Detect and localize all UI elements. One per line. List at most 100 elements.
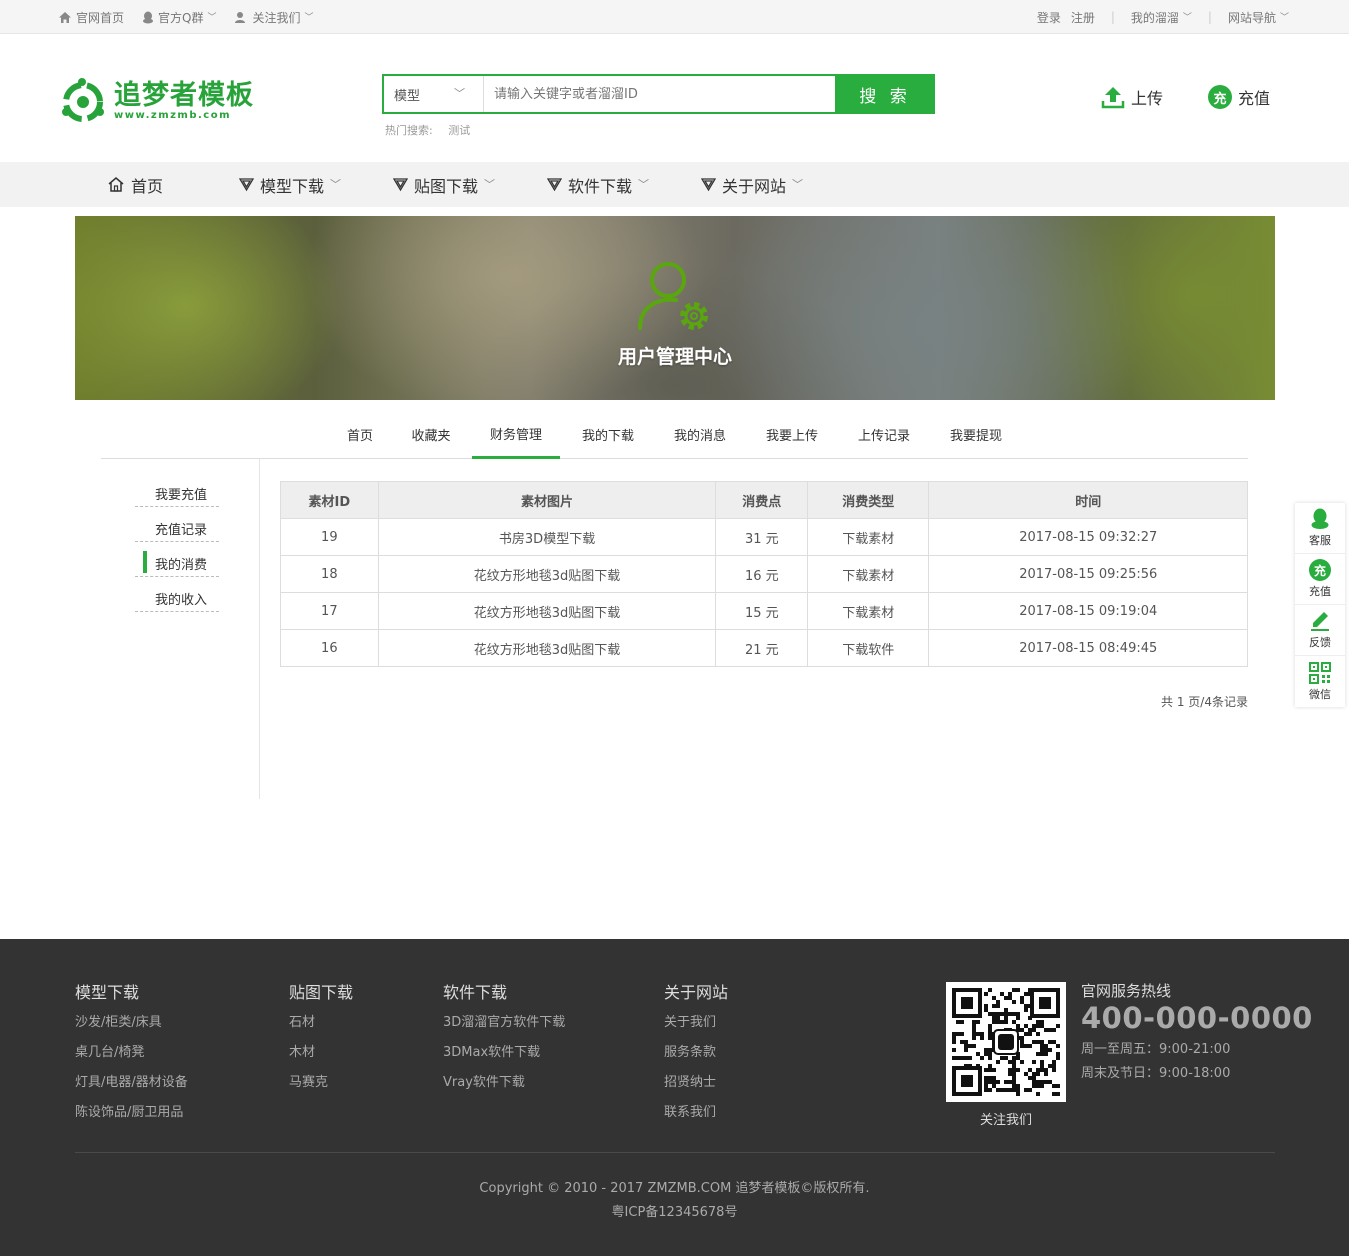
cell-time: 2017-08-15 09:32:27 bbox=[928, 518, 1248, 556]
sidebar-item-recharge[interactable]: 我要充值 bbox=[135, 481, 219, 507]
tab-withdraw[interactable]: 我要提现 bbox=[939, 410, 1013, 458]
cell-type: 下载素材 bbox=[807, 518, 930, 556]
nav-models[interactable]: 模型下载 ﹀ bbox=[239, 162, 341, 207]
tab-downloads[interactable]: 我的下载 bbox=[571, 410, 645, 458]
col-header-id: 素材ID bbox=[280, 481, 379, 519]
cell-id: 16 bbox=[280, 629, 379, 667]
recharge-icon: 充 bbox=[1208, 85, 1232, 109]
wechat-qr-code bbox=[946, 982, 1066, 1102]
user-settings-icon bbox=[638, 262, 708, 330]
hot-search-label: 热门搜索: bbox=[385, 124, 433, 137]
qr-caption: 关注我们 bbox=[979, 1113, 1032, 1128]
nav-about[interactable]: 关于网站 ﹀ bbox=[701, 162, 803, 207]
footer-link[interactable]: 招贤纳士 bbox=[664, 1073, 728, 1103]
user-icon bbox=[235, 11, 246, 23]
footer-link[interactable]: 灯具/电器/器材设备 bbox=[75, 1073, 188, 1103]
float-wechat[interactable]: 微信 bbox=[1295, 656, 1345, 707]
search-input[interactable] bbox=[484, 76, 835, 112]
search-bar: 模型 ﹀ 搜 索 bbox=[382, 74, 935, 114]
nav-models-label: 模型下载 bbox=[260, 176, 325, 196]
float-customer-service[interactable]: 客服 bbox=[1295, 503, 1345, 554]
cell-points: 31 元 bbox=[715, 518, 809, 556]
search-category-select[interactable]: 模型 ﹀ bbox=[384, 76, 484, 112]
pagination-info: 共 1 页/4条记录 bbox=[1161, 695, 1248, 709]
register-link[interactable]: 注册 bbox=[1071, 9, 1095, 26]
nav-software[interactable]: 软件下载 ﹀ bbox=[547, 162, 649, 207]
top-home-link[interactable]: 官网首页 bbox=[58, 9, 124, 26]
tab-messages[interactable]: 我的消息 bbox=[663, 410, 737, 458]
chevron-down-icon: ﹀ bbox=[484, 177, 496, 191]
footer-link[interactable]: 陈设饰品/厨卫用品 bbox=[75, 1103, 188, 1133]
pencil-icon bbox=[1311, 612, 1329, 631]
site-nav-menu[interactable]: 网站导航 ﹀ bbox=[1228, 9, 1289, 26]
footer-link[interactable]: 马赛克 bbox=[289, 1073, 353, 1103]
sidebar-item-income[interactable]: 我的收入 bbox=[135, 586, 219, 612]
footer-link[interactable]: 沙发/柜类/床具 bbox=[75, 1013, 188, 1043]
upload-button[interactable]: 上传 bbox=[1101, 85, 1163, 109]
col-header-image: 素材图片 bbox=[377, 481, 717, 519]
top-qq-group[interactable]: 官方Q群 ﹀ bbox=[142, 9, 216, 26]
recharge-button[interactable]: 充 充值 bbox=[1208, 85, 1270, 109]
cell-time: 2017-08-15 09:19:04 bbox=[928, 592, 1248, 630]
funnel-icon bbox=[547, 178, 562, 192]
banner-title: 用户管理中心 bbox=[617, 346, 732, 368]
cell-id: 17 bbox=[280, 592, 379, 630]
top-home-label: 官网首页 bbox=[76, 10, 125, 25]
cell-type: 下载素材 bbox=[807, 592, 930, 630]
qq-icon bbox=[1311, 508, 1329, 529]
hotline-title: 官网服务热线 bbox=[1081, 982, 1172, 1000]
chevron-down-icon: ﹀ bbox=[638, 177, 650, 191]
sidebar-item-consumption[interactable]: 我的消费 bbox=[135, 551, 219, 577]
user-center-tabs: 首页 收藏夹 财务管理 我的下载 我的消息 我要上传 上传记录 我要提现 bbox=[101, 410, 1248, 459]
tab-home[interactable]: 首页 bbox=[333, 410, 387, 458]
footer-link[interactable]: 石材 bbox=[289, 1013, 353, 1043]
site-logo[interactable]: 追梦者模板 www.zmzmb.com bbox=[58, 76, 258, 126]
cell-material[interactable]: 花纹方形地毯3d贴图下载 bbox=[377, 555, 717, 593]
footer-col-title: 贴图下载 bbox=[289, 983, 354, 1002]
chevron-down-icon: ﹀ bbox=[1182, 12, 1192, 23]
tab-upload[interactable]: 我要上传 bbox=[755, 410, 829, 458]
tab-upload-records[interactable]: 上传记录 bbox=[847, 410, 921, 458]
hot-search: 热门搜索: 测试 bbox=[385, 122, 470, 138]
footer-link[interactable]: 3DMax软件下载 bbox=[443, 1043, 565, 1073]
funnel-icon bbox=[393, 178, 408, 192]
consumption-table: 素材ID 素材图片 消费点 消费类型 时间 19 书房3D模型下载 31 元 下… bbox=[280, 481, 1248, 667]
footer-link[interactable]: 桌几台/椅凳 bbox=[75, 1043, 188, 1073]
col-header-time: 时间 bbox=[928, 481, 1248, 519]
float-feedback[interactable]: 反馈 bbox=[1295, 605, 1345, 656]
icp-number[interactable]: 粤ICP备12345678号 bbox=[0, 1201, 1349, 1220]
footer-col-software: 软件下载 3D溜溜官方软件下载 3DMax软件下载 Vray软件下载 bbox=[443, 979, 565, 1103]
login-link[interactable]: 登录 bbox=[1037, 9, 1061, 26]
footer-link[interactable]: 3D溜溜官方软件下载 bbox=[443, 1013, 565, 1043]
search-category-value: 模型 bbox=[394, 88, 421, 104]
sidebar-item-recharge-records[interactable]: 充值记录 bbox=[135, 516, 219, 542]
footer-col-title: 模型下载 bbox=[75, 983, 140, 1002]
top-follow[interactable]: 关注我们 ﹀ bbox=[234, 9, 314, 26]
cell-time: 2017-08-15 08:49:45 bbox=[928, 629, 1248, 667]
hot-search-keyword[interactable]: 测试 bbox=[448, 124, 470, 137]
logo-title: 追梦者模板 bbox=[114, 79, 254, 111]
footer-link[interactable]: 木材 bbox=[289, 1043, 353, 1073]
hotline-phone: 400-000-0000 bbox=[1081, 1001, 1313, 1035]
divider: | bbox=[1110, 10, 1115, 24]
cell-id: 19 bbox=[280, 518, 379, 556]
site-nav-label: 网站导航 bbox=[1227, 10, 1276, 25]
cell-material[interactable]: 花纹方形地毯3d贴图下载 bbox=[377, 592, 717, 630]
home-outline-icon bbox=[108, 177, 124, 192]
float-recharge[interactable]: 充 充值 bbox=[1295, 554, 1345, 605]
footer-col-textures: 贴图下载 石材 木材 马赛克 bbox=[289, 979, 353, 1103]
cell-material[interactable]: 花纹方形地毯3d贴图下载 bbox=[377, 629, 717, 667]
my-account-menu[interactable]: 我的溜溜 ﹀ bbox=[1131, 9, 1192, 26]
footer-link[interactable]: Vray软件下载 bbox=[443, 1073, 565, 1103]
tab-finance[interactable]: 财务管理 bbox=[472, 410, 560, 459]
recharge-icon: 充 bbox=[1309, 559, 1331, 581]
nav-textures[interactable]: 贴图下载 ﹀ bbox=[393, 162, 495, 207]
cell-material[interactable]: 书房3D模型下载 bbox=[377, 518, 717, 556]
footer-link[interactable]: 联系我们 bbox=[664, 1103, 728, 1133]
nav-home[interactable]: 首页 bbox=[107, 162, 163, 207]
footer-link[interactable]: 关于我们 bbox=[664, 1013, 728, 1043]
search-button[interactable]: 搜 索 bbox=[835, 74, 935, 114]
footer-link[interactable]: 服务条款 bbox=[664, 1043, 728, 1073]
floating-toolbar: 客服 充 充值 反馈 微信 bbox=[1295, 503, 1345, 707]
tab-favorites[interactable]: 收藏夹 bbox=[401, 410, 461, 458]
